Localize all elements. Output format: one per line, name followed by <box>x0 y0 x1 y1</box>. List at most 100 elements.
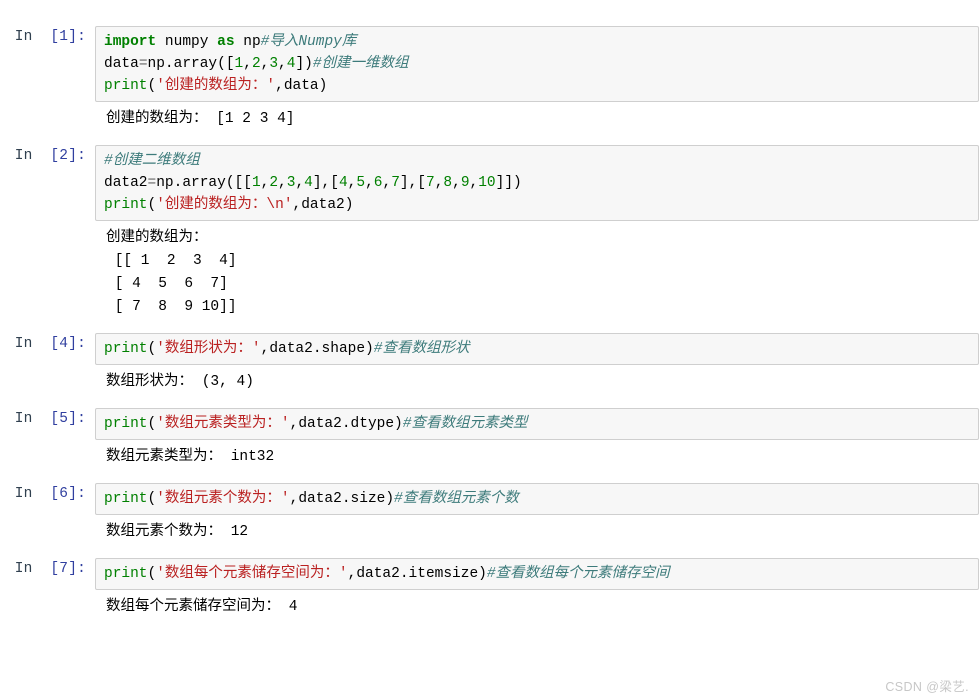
cell-input-row: In [1]: import numpy as np#导入Numpy库 data=n… <box>0 26 979 102</box>
code-line: #创建二维数组 <box>104 150 972 172</box>
code-token: , <box>278 175 287 191</box>
cell-input-prompt: In [4]: <box>0 333 95 355</box>
cell-input-prompt: In [7]: <box>0 558 95 580</box>
code-token: , <box>295 175 305 191</box>
code-token: 4 <box>338 175 348 191</box>
code-token: ]) <box>295 56 313 72</box>
code-token: '数组元素类型为：' <box>156 416 290 432</box>
code-token: , <box>365 175 374 191</box>
cell-input-prompt: In [2]: <box>0 145 95 167</box>
cell-output-row: 数组形状为： (3, 4) <box>0 371 979 394</box>
code-token: 8 <box>443 175 453 191</box>
code-token: print <box>104 566 148 582</box>
notebook-cell-list: In [1]: import numpy as np#导入Numpy库 data=n… <box>0 26 979 619</box>
code-line: print('数组形状为：',data2.shape)#查看数组形状 <box>104 338 972 360</box>
code-editor-area[interactable]: print('数组元素类型为：',data2.dtype)#查看数组元素类型 <box>95 408 979 440</box>
code-token: print <box>104 78 148 94</box>
cell-input-row: In [5]: print('数组元素类型为：',data2.dtype)#查看数… <box>0 408 979 440</box>
code-token: #查看数组元素个数 <box>394 491 519 507</box>
prompt-execution-count: [4]: <box>50 336 86 352</box>
code-token: 2 <box>269 175 279 191</box>
code-token: print <box>104 341 148 357</box>
code-token: data2 <box>104 175 148 191</box>
cell-output-text: 数组元素类型为： int32 <box>95 446 979 469</box>
code-token: ( <box>147 491 157 507</box>
code-editor-area[interactable]: #创建二维数组 data2=np.array([[1,2,3,4],[4,5,6,… <box>95 145 979 221</box>
code-line: data=np.array([1,2,3,4])#创建一维数组 <box>104 53 972 75</box>
code-token: '创建的数组为：' <box>156 78 276 94</box>
prompt-in-label: In <box>14 336 33 352</box>
code-token: '数组每个元素储存空间为：' <box>156 566 348 582</box>
code-token: ,data2.dtype) <box>289 416 403 432</box>
code-token: ( <box>147 78 157 94</box>
code-token: #导入Numpy库 <box>260 34 357 50</box>
cell-input-prompt: In [1]: <box>0 26 95 48</box>
code-token: ,data2) <box>292 197 354 213</box>
code-editor-area[interactable]: print('数组每个元素储存空间为：',data2.itemsize)#查看数… <box>95 558 979 590</box>
code-token: 4 <box>304 175 313 191</box>
code-token: ,data2.size) <box>289 491 395 507</box>
notebook-cell[interactable]: In [6]: print('数组元素个数为：',data2.size)#查看数组… <box>0 483 979 544</box>
output-line: 数组形状为： (3, 4) <box>106 374 254 390</box>
code-token: print <box>104 416 148 432</box>
notebook-cell[interactable]: In [5]: print('数组元素类型为：',data2.dtype)#查看数… <box>0 408 979 469</box>
code-token: , <box>243 56 252 72</box>
code-line: import numpy as np#导入Numpy库 <box>104 31 972 53</box>
code-token: ]]) <box>495 175 522 191</box>
cell-output-text: 数组每个元素储存空间为： 4 <box>95 596 979 619</box>
prompt-in-label: In <box>14 148 33 164</box>
cell-output-row: 创建的数组为： [1 2 3 4] <box>0 108 979 131</box>
code-token: 1 <box>234 56 244 72</box>
code-token: as <box>217 34 235 50</box>
code-token: , <box>278 56 287 72</box>
code-token: print <box>104 491 148 507</box>
code-token: print <box>104 197 148 213</box>
code-token: ,data) <box>275 78 328 94</box>
notebook-cell[interactable]: In [1]: import numpy as np#导入Numpy库 data=n… <box>0 26 979 131</box>
code-token: 7 <box>391 175 400 191</box>
output-line: [ 4 5 6 7] <box>106 276 228 292</box>
code-token: '数组元素个数为：' <box>156 491 290 507</box>
output-line: [ 7 8 9 10]] <box>106 299 237 315</box>
output-line: 创建的数组为： [1 2 3 4] <box>106 111 295 127</box>
cell-output-row: 数组元素个数为： 12 <box>0 521 979 544</box>
code-token: 7 <box>426 175 435 191</box>
code-line: print('创建的数组为：\n',data2) <box>104 194 972 216</box>
code-token: , <box>452 175 461 191</box>
code-token: = <box>138 56 148 72</box>
cell-input-prompt: In [5]: <box>0 408 95 430</box>
code-editor-area[interactable]: print('数组元素个数为：',data2.size)#查看数组元素个数 <box>95 483 979 515</box>
cell-output-text: 创建的数组为： [[ 1 2 3 4] [ 4 5 6 7] [ 7 8 9 1… <box>95 227 979 319</box>
code-token: np.array([[ <box>156 175 252 191</box>
code-editor-area[interactable]: import numpy as np#导入Numpy库 data=np.array… <box>95 26 979 102</box>
code-token: '创建的数组为：\n' <box>156 197 293 213</box>
code-token: #查看数组元素类型 <box>402 416 528 432</box>
code-token: ,data2.shape) <box>260 341 374 357</box>
cell-output-row: 数组元素类型为： int32 <box>0 446 979 469</box>
jupyter-notebook-page: In [1]: import numpy as np#导入Numpy库 data=n… <box>0 0 979 700</box>
code-token: 5 <box>356 175 366 191</box>
cell-input-row: In [6]: print('数组元素个数为：',data2.size)#查看数组… <box>0 483 979 515</box>
cell-output-text: 数组形状为： (3, 4) <box>95 371 979 394</box>
prompt-in-label: In <box>14 29 33 45</box>
code-token: #创建二维数组 <box>104 153 200 169</box>
code-editor-area[interactable]: print('数组形状为：',data2.shape)#查看数组形状 <box>95 333 979 365</box>
code-token: ],[ <box>399 175 426 191</box>
notebook-cell[interactable]: In [2]: #创建二维数组 data2=np.array([[1,2,3,4],… <box>0 145 979 319</box>
prompt-execution-count: [2]: <box>50 148 86 164</box>
notebook-cell[interactable]: In [4]: print('数组形状为：',data2.shape)#查看数组形… <box>0 333 979 394</box>
output-line: 创建的数组为： <box>106 230 208 246</box>
code-token: ( <box>147 566 157 582</box>
notebook-cell[interactable]: In [7]: print('数组每个元素储存空间为：',data2.itemsi… <box>0 558 979 619</box>
cell-output-row: 数组每个元素储存空间为： 4 <box>0 596 979 619</box>
code-token: 2 <box>251 56 261 72</box>
cell-input-row: In [7]: print('数组每个元素储存空间为：',data2.itemsi… <box>0 558 979 590</box>
code-line: print('数组元素类型为：',data2.dtype)#查看数组元素类型 <box>104 413 972 435</box>
code-line: print('数组每个元素储存空间为：',data2.itemsize)#查看数… <box>104 563 972 585</box>
cell-input-row: In [2]: #创建二维数组 data2=np.array([[1,2,3,4],… <box>0 145 979 221</box>
code-token: data <box>104 56 139 72</box>
prompt-in-label: In <box>14 486 33 502</box>
code-token: ( <box>147 341 157 357</box>
prompt-execution-count: [1]: <box>50 29 86 45</box>
code-token: = <box>147 175 157 191</box>
